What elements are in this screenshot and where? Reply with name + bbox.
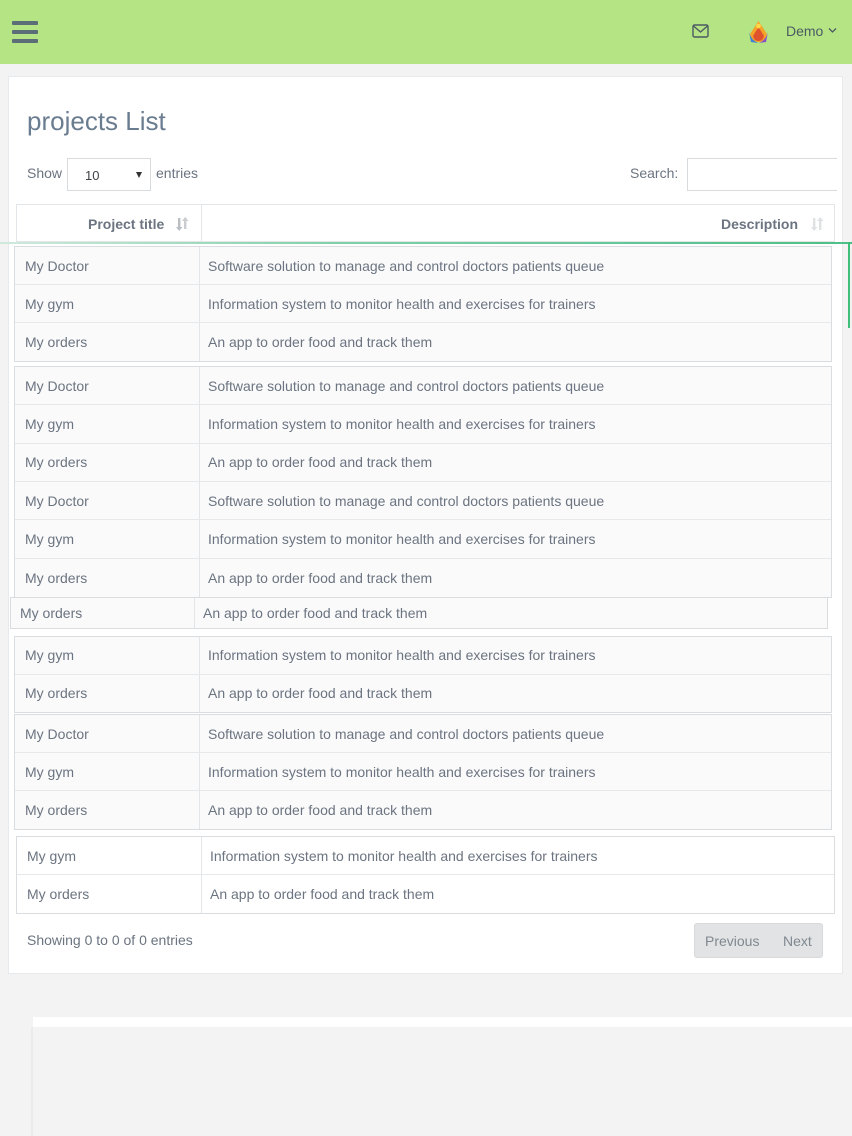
table-row[interactable]: My Doctor Software solution to manage and… [15, 247, 831, 285]
table-row[interactable]: My orders An app to order food and track … [15, 674, 831, 712]
project-title-cell: My orders [25, 802, 88, 818]
table-row[interactable]: My gym Information system to monitor heal… [15, 405, 831, 444]
description-cell: An app to order food and track them [208, 685, 433, 702]
project-title-cell: My Doctor [25, 492, 89, 509]
table-row[interactable]: My orders An app to order food and track … [15, 443, 831, 482]
project-title-cell: My orders [25, 685, 88, 702]
avatar[interactable] [745, 18, 772, 45]
description-cell: Information system to monitor health and… [208, 530, 596, 547]
project-title-cell: My gym [25, 763, 74, 780]
loading-progress-line [0, 242, 852, 244]
table-row[interactable]: My gym Information system to monitor heal… [17, 837, 834, 875]
previous-button[interactable]: Previous [705, 933, 759, 949]
table-row[interactable]: My gym Information system to monitor heal… [15, 753, 831, 791]
description-cell: Information system to monitor health and… [210, 847, 598, 864]
entries-label: entries [156, 165, 199, 181]
project-title-cell: My gym [25, 415, 74, 432]
loading-progress-edge [848, 242, 850, 328]
table-row[interactable]: My Doctor Software solution to manage and… [15, 367, 831, 406]
table-row[interactable]: My orders An app to order food and track … [15, 558, 831, 597]
table-block: My gym Information system to monitor heal… [14, 636, 832, 713]
description-cell: Software solution to manage and control … [208, 492, 605, 509]
description-cell: Software solution to manage and control … [208, 257, 605, 274]
table-header: Project title Description [16, 204, 835, 242]
project-title-cell: My gym [25, 647, 74, 664]
search-input[interactable] [687, 158, 837, 191]
project-title-cell: My gym [25, 295, 74, 312]
envelope-icon[interactable] [692, 24, 709, 38]
hamburger-icon[interactable] [12, 21, 38, 43]
project-title-cell: My Doctor [25, 725, 89, 742]
sort-ascending-icon[interactable] [176, 216, 190, 232]
project-title-cell: My orders [25, 334, 88, 350]
table-row[interactable]: My orders An app to order food and track … [15, 323, 831, 361]
top-navbar: Demo [0, 0, 852, 64]
sort-both-icon[interactable] [811, 216, 825, 232]
show-label: Show [27, 165, 63, 181]
table-info: Showing 0 to 0 of 0 entries [27, 932, 193, 948]
search-label: Search: [630, 165, 679, 181]
table-row[interactable]: My orders An app to order food and track … [17, 875, 834, 913]
description-cell: An app to order food and track them [210, 886, 435, 902]
chevron-down-icon[interactable] [828, 27, 837, 34]
description-cell: Information system to monitor health and… [208, 415, 596, 432]
project-title-cell: My gym [27, 847, 76, 864]
entries-select[interactable]: 10 [67, 158, 151, 191]
table-block: My Doctor Software solution to manage and… [14, 714, 832, 830]
page-title: projects List [27, 106, 166, 136]
table-row[interactable]: My orders An app to order food and track … [11, 598, 827, 628]
project-title-cell: My Doctor [25, 377, 89, 394]
table-block: My gym Information system to monitor heal… [16, 836, 835, 914]
project-title-cell: My orders [20, 605, 83, 621]
lower-card-strip [33, 1017, 852, 1027]
table-row[interactable]: My gym Information system to monitor heal… [15, 520, 831, 559]
table-row[interactable]: My Doctor Software solution to manage and… [15, 715, 831, 753]
project-title-cell: My orders [27, 886, 90, 902]
column-header-description[interactable]: Description [721, 216, 798, 232]
pagination: Previous Next [694, 923, 823, 958]
next-button[interactable]: Next [783, 933, 812, 949]
description-cell: Information system to monitor health and… [208, 763, 596, 780]
entries-select-value: 10 [85, 168, 100, 183]
description-cell: Software solution to manage and control … [208, 725, 605, 742]
description-cell: An app to order food and track them [208, 569, 433, 586]
description-cell: An app to order food and track them [208, 334, 433, 350]
description-cell: Information system to monitor health and… [208, 295, 596, 312]
lower-card-edge [31, 1027, 33, 1136]
description-cell: Software solution to manage and control … [208, 377, 605, 394]
user-name[interactable]: Demo [786, 23, 823, 39]
description-cell: An app to order food and track them [208, 802, 433, 818]
table-row[interactable]: My gym Information system to monitor heal… [15, 637, 831, 675]
project-title-cell: My orders [25, 454, 88, 471]
table-row[interactable]: My gym Information system to monitor heal… [15, 285, 831, 323]
caret-down-icon [136, 172, 142, 178]
table-row[interactable]: My Doctor Software solution to manage and… [15, 482, 831, 521]
table-block: My Doctor Software solution to manage and… [14, 366, 832, 598]
table-row[interactable]: My orders An app to order food and track … [15, 791, 831, 829]
column-header-project-title[interactable]: Project title [88, 216, 164, 232]
description-cell: An app to order food and track them [208, 454, 433, 471]
table-block: My Doctor Software solution to manage and… [14, 246, 832, 362]
description-cell: Information system to monitor health and… [208, 647, 596, 664]
project-title-cell: My orders [25, 569, 88, 586]
table-block: My orders An app to order food and track … [10, 597, 828, 629]
project-title-cell: My Doctor [25, 257, 89, 274]
description-cell: An app to order food and track them [203, 605, 428, 621]
project-title-cell: My gym [25, 530, 74, 547]
